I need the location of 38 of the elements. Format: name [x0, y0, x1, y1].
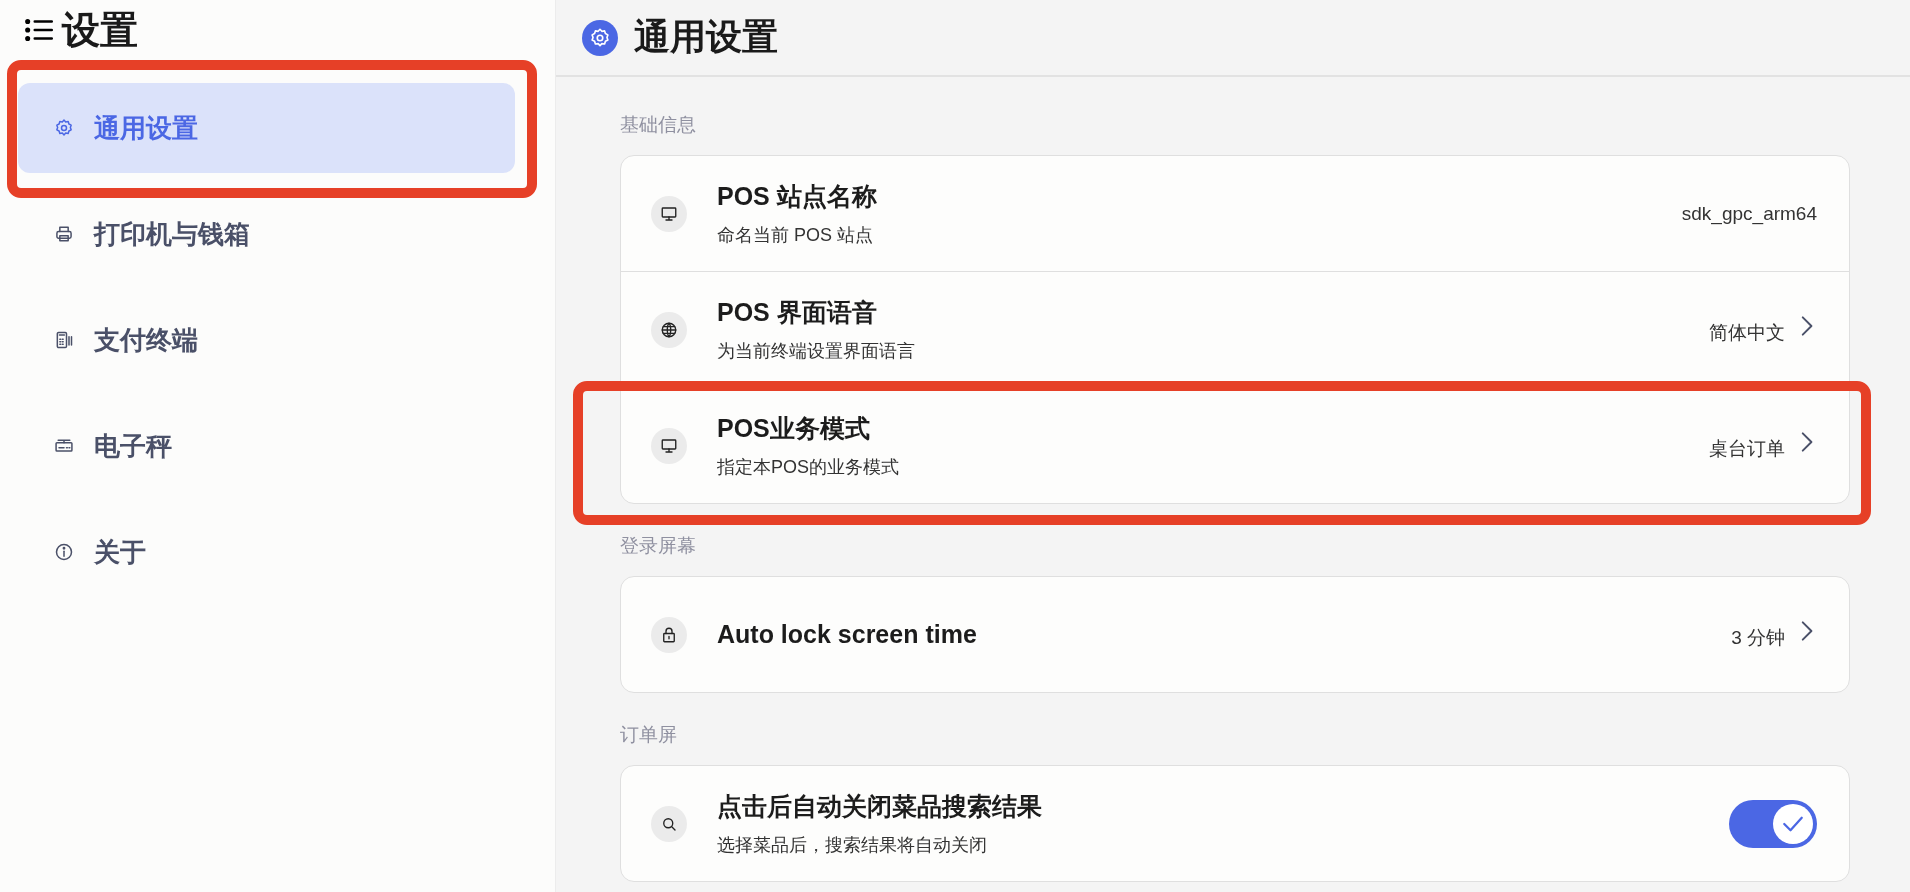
setting-title: 点击后自动关闭菜品搜索结果: [717, 791, 1043, 822]
setting-title: POS 界面语音: [717, 297, 878, 328]
setting-row[interactable]: POS 站点名称 命名当前 POS 站点 sdk_gpc_arm64: [621, 156, 1849, 271]
gear-icon: [589, 26, 611, 49]
section-label: 基础信息: [620, 113, 697, 137]
sidebar-title: 设置: [62, 10, 138, 50]
card-terminal-icon: [54, 330, 74, 350]
section-label: 订单屏: [620, 723, 678, 747]
toggle-switch[interactable]: [1729, 799, 1817, 848]
setting-row[interactable]: POS业务模式 指定本POS的业务模式 桌台订单: [621, 387, 1849, 503]
setting-value: 3 分钟: [1731, 627, 1785, 648]
monitor-icon: [660, 436, 678, 455]
setting-value: sdk_gpc_arm64: [1681, 202, 1817, 224]
gear-icon: [54, 118, 74, 138]
setting-value: 简体中文: [1709, 322, 1785, 343]
page-title: 通用设置: [634, 15, 778, 59]
monitor-icon: [660, 204, 678, 223]
setting-row[interactable]: 点击后自动关闭菜品搜索结果 选择菜品后，搜索结果将自动关闭: [621, 766, 1849, 881]
nav-item[interactable]: 关于: [18, 507, 515, 597]
info-icon: [54, 542, 74, 562]
nav-item[interactable]: 通用设置: [18, 83, 515, 173]
setting-title: POS业务模式: [717, 413, 871, 444]
setting-description: 指定本POS的业务模式: [717, 456, 900, 479]
globe-icon: [660, 320, 678, 339]
lock-icon: [660, 625, 678, 644]
setting-value: 桌台订单: [1709, 438, 1785, 459]
setting-description: 选择菜品后，搜索结果将自动关闭: [717, 834, 988, 857]
nav-item[interactable]: 支付终端: [18, 295, 515, 385]
setting-title: Auto lock screen time: [717, 620, 978, 649]
printer-icon: [54, 224, 74, 244]
section-label: 登录屏幕: [620, 534, 697, 558]
nav-item[interactable]: 打印机与钱箱: [18, 189, 515, 279]
nav-item[interactable]: 电子秤: [18, 401, 515, 491]
setting-description: 为当前终端设置界面语言: [717, 340, 916, 363]
setting-title: POS 站点名称: [717, 181, 878, 212]
setting-row[interactable]: POS 界面语音 为当前终端设置界面语言 简体中文: [621, 271, 1849, 387]
setting-description: 命名当前 POS 站点: [717, 224, 874, 247]
setting-row[interactable]: Auto lock screen time 3 分钟: [621, 577, 1849, 692]
